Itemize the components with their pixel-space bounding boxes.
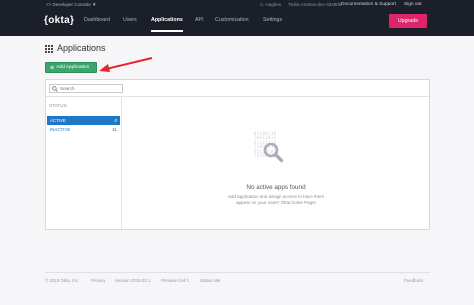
nav-applications[interactable]: Applications [151, 17, 183, 23]
footer-preview-cell: Preview Cell 1 [161, 278, 190, 283]
empty-state-description: Add application and assign access to hav… [227, 194, 325, 205]
status-filter-active[interactable]: ACTIVE 0 [47, 116, 120, 125]
footer-divider [45, 272, 430, 273]
apps-grid-icon [45, 45, 53, 53]
developer-console-switch[interactable]: <> Developer Console ▼ [46, 2, 96, 7]
footer-feedback-link[interactable]: Feedback [404, 278, 423, 283]
add-application-label: Add Application [56, 65, 90, 70]
search-row [46, 80, 429, 97]
search-box[interactable] [49, 84, 123, 93]
empty-state-title: No active apps found [246, 184, 306, 191]
nav-api[interactable]: API [195, 17, 204, 23]
upgrade-button[interactable]: Upgrade [389, 14, 427, 28]
applications-panel: STATUS ACTIVE 0 INACTIVE 31 01100110 100… [45, 79, 430, 230]
empty-state: 01100110 10011011 01101110 11001010 0111… [123, 97, 429, 229]
nav-settings[interactable]: Settings [263, 17, 282, 23]
documentation-support-link[interactable]: Documentation & Support [341, 2, 396, 7]
user-name[interactable]: A. Hughes [260, 2, 281, 7]
status-sidebar: STATUS ACTIVE 0 INACTIVE 31 [46, 97, 122, 229]
status-filter-label: INACTIVE [50, 127, 71, 132]
status-header: STATUS [49, 103, 67, 108]
nav-users[interactable]: Users [123, 17, 137, 23]
user-org: Twilio-Andrew-dev-333806 [288, 2, 342, 7]
okta-logo[interactable]: {okta} [44, 12, 74, 28]
status-filter-label: ACTIVE [50, 118, 66, 123]
nav-dashboard[interactable]: Dashboard [84, 17, 110, 23]
footer-copyright: © 2019 Okta, Inc. [45, 278, 80, 283]
search-input[interactable] [60, 85, 120, 92]
top-navigation-bar: <> Developer Console ▼ A. Hughes Twilio-… [0, 0, 474, 36]
status-filter-count: 31 [112, 127, 117, 132]
status-filter-inactive[interactable]: INACTIVE 31 [47, 125, 120, 134]
footer-privacy-link[interactable]: Privacy [91, 278, 105, 283]
page-title: Applications [57, 43, 106, 53]
status-filter-count: 0 [114, 118, 117, 123]
plus-icon: ⊕ [50, 64, 55, 71]
nav-customization[interactable]: Customization [215, 17, 249, 23]
search-icon [52, 86, 58, 92]
sign-out-link[interactable]: Sign out [404, 2, 422, 7]
magnifier-icon [263, 142, 284, 163]
footer-status-site-link[interactable]: Status site [200, 278, 221, 283]
add-application-button[interactable]: ⊕ Add Application [45, 62, 97, 73]
footer-version: Version 2019.03.1 [115, 278, 151, 283]
active-nav-indicator [151, 30, 183, 32]
